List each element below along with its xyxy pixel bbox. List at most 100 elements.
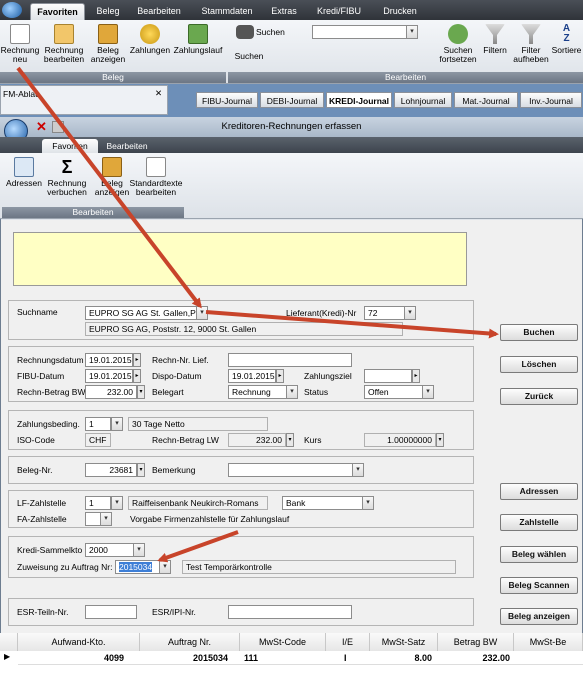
lf-bank-type-select[interactable]: Bank	[282, 496, 374, 510]
outer-tab-beleg[interactable]: Beleg	[88, 3, 128, 20]
grid-cell-mwst-code[interactable]: 111	[244, 651, 304, 665]
suchen-dropdown-button[interactable]: ▾	[406, 25, 418, 39]
grid-cell-auftrag-nr[interactable]: 2015034	[140, 651, 228, 665]
fibu-datum-input[interactable]: 19.01.2015	[85, 369, 133, 383]
belegart-dropdown-button[interactable]: ▾	[286, 385, 298, 399]
beleg-nr-spin[interactable]: ▾	[137, 463, 145, 477]
journal-tab-mat[interactable]: Mat.-Journal	[454, 92, 518, 108]
outer-tab-kredi-fibu[interactable]: Kredi/FIBU	[308, 3, 370, 20]
grid-cell-ie[interactable]: I	[344, 651, 364, 665]
kurs-spin[interactable]: ▾	[436, 433, 444, 447]
grid-header-mwst-code[interactable]: MwSt-Code	[240, 633, 326, 651]
bemerkung-input[interactable]	[228, 463, 364, 477]
grid-cell-mwst-satz[interactable]: 8.00	[370, 651, 432, 665]
lf-bank-type-dropdown-button[interactable]: ▾	[362, 496, 374, 510]
zahlungsziel-input[interactable]	[364, 369, 412, 383]
zahlungsbed-dropdown-button[interactable]: ▾	[111, 417, 123, 431]
zahlungsziel-picker[interactable]: ▸	[412, 369, 420, 383]
grid-cell-betrag-bw[interactable]: 232.00	[438, 651, 510, 665]
grid-header-mwst-betrag[interactable]: MwSt-Be	[514, 633, 583, 651]
kredi-sammelkto-dropdown-button[interactable]: ▾	[133, 543, 145, 557]
lf-zahlstelle-input[interactable]: 1	[85, 496, 111, 510]
dispo-datum-input[interactable]: 19.01.2015	[228, 369, 276, 383]
grid-header-ie[interactable]: I/E	[326, 633, 370, 651]
beleg-scannen-button[interactable]: Beleg Scannen	[500, 577, 578, 594]
outer-tab-favoriten[interactable]: Favoriten	[30, 3, 85, 20]
zahlungen-button[interactable]: Zahlungen	[128, 24, 172, 55]
outer-ribbon-tabbar: Favoriten Beleg Bearbeiten Stammdaten Ex…	[0, 0, 583, 20]
bemerkung-dropdown-button[interactable]: ▾	[352, 463, 364, 477]
grid-header-rowselector	[0, 633, 18, 651]
filter-aufheben-button[interactable]: Filter aufheben	[512, 24, 550, 64]
beleg-anzeigen-button[interactable]: Beleg anzeigen	[88, 24, 128, 64]
grid-cell-aufwand-kto[interactable]: 4099	[18, 651, 124, 665]
rechn-betrag-lw-spin[interactable]: ▾	[286, 433, 294, 447]
buchen-button[interactable]: Buchen	[500, 324, 578, 341]
kurs-label: Kurs	[304, 435, 322, 445]
left-pane-close-icon[interactable]: ✕	[155, 87, 162, 99]
adressen-button[interactable]: Adressen	[500, 483, 578, 500]
standardtexte-button[interactable]: Standardtexte bearbeiten	[128, 157, 184, 197]
grid-cell-mwst-betrag[interactable]	[514, 651, 580, 665]
journal-tab-kredi[interactable]: KREDI-Journal	[326, 92, 392, 108]
outer-tab-extras[interactable]: Extras	[264, 3, 304, 20]
rechn-nr-lief-label: Rechn-Nr. Lief.	[152, 355, 209, 365]
outer-tab-drucken[interactable]: Drucken	[375, 3, 425, 20]
fibu-datum-picker[interactable]: ▸	[133, 369, 141, 383]
beleg-waehlen-button[interactable]: Beleg wählen	[500, 546, 578, 563]
outer-tab-bearbeiten[interactable]: Bearbeiten	[130, 3, 188, 20]
fa-zahlstelle-dropdown-button[interactable]: ▾	[100, 512, 112, 526]
zahlungsbed-input[interactable]: 1	[85, 417, 111, 431]
window-tab-favoriten[interactable]: Favoriten	[42, 139, 98, 153]
address-card-icon	[14, 157, 34, 177]
window-close-icon[interactable]: ✕	[36, 119, 47, 135]
suchname-dropdown-button[interactable]: ▾	[196, 306, 208, 320]
payment-run-icon	[188, 24, 208, 44]
rechnungsdatum-picker[interactable]: ▸	[133, 353, 141, 367]
journal-tab-lohn[interactable]: Lohnjournal	[394, 92, 452, 108]
rechn-nr-lief-input[interactable]	[228, 353, 352, 367]
grid-header-aufwand-kto[interactable]: Aufwand-Kto.	[18, 633, 140, 651]
rechnungsdatum-input[interactable]: 19.01.2015	[85, 353, 133, 367]
app-orb-icon[interactable]	[2, 2, 22, 18]
esr-ipi-nr-input[interactable]	[228, 605, 352, 619]
window-tab-bearbeiten[interactable]: Bearbeiten	[100, 139, 154, 153]
rechnung-verbuchen-button[interactable]: Σ Rechnung verbuchen	[44, 157, 90, 197]
window-qat-icon[interactable]	[52, 121, 64, 133]
zahlungslauf-button[interactable]: Zahlungslauf	[172, 24, 224, 55]
suchen-fortsetzen-button[interactable]: Suchen fortsetzen	[438, 24, 478, 64]
beleg-anzeigen-side-button[interactable]: Beleg anzeigen	[500, 608, 578, 625]
window-adressen-button[interactable]: Adressen	[4, 157, 44, 188]
rechnung-neu-button[interactable]: Rechnung neu	[0, 24, 40, 64]
outer-tab-stammdaten[interactable]: Stammdaten	[196, 3, 258, 20]
journal-tab-debi[interactable]: DEBI-Journal	[260, 92, 324, 108]
journal-tab-fibu[interactable]: FIBU-Journal	[196, 92, 258, 108]
rechnung-bearbeiten-button[interactable]: Rechnung bearbeiten	[40, 24, 88, 64]
beleg-nr-input[interactable]: 23681	[85, 463, 137, 477]
grid-row-selector-icon[interactable]: ▶	[4, 652, 10, 661]
filtern-button[interactable]: Filtern	[478, 24, 512, 55]
lieferant-nr-dropdown-button[interactable]: ▾	[404, 306, 416, 320]
lf-zahlstelle-dropdown-button[interactable]: ▾	[111, 496, 123, 510]
suchen-input[interactable]	[312, 25, 418, 39]
zuweisung-auftrag-dropdown-button[interactable]: ▾	[159, 560, 171, 574]
suchen-button[interactable]: Suchen	[230, 52, 268, 61]
rechn-betrag-bw-spin[interactable]: ▾	[137, 385, 145, 399]
rechn-betrag-bw-input[interactable]: 232.00	[85, 385, 137, 399]
zurueck-button[interactable]: Zurück	[500, 388, 578, 405]
suchname-input[interactable]: EUPRO SG AG St. Gallen,Poststr	[85, 306, 205, 320]
status-dropdown-button[interactable]: ▾	[422, 385, 434, 399]
esr-ipi-nr-label: ESR/IPI-Nr.	[152, 607, 196, 617]
journal-tab-inv[interactable]: Inv.-Journal	[520, 92, 582, 108]
sortieren-button[interactable]: AZ Sortiere	[550, 24, 583, 55]
esr-teiln-nr-input[interactable]	[85, 605, 137, 619]
grid-header-mwst-satz[interactable]: MwSt-Satz	[370, 633, 438, 651]
grid-header-betrag-bw[interactable]: Betrag BW	[438, 633, 514, 651]
group-label-bearbeiten: Bearbeiten	[228, 72, 583, 83]
window-beleg-anzeigen-button[interactable]: Beleg anzeigen	[92, 157, 132, 197]
window-ribbon-tabbar: Favoriten Bearbeiten	[0, 137, 583, 153]
loeschen-button[interactable]: Löschen	[500, 356, 578, 373]
grid-header-auftrag-nr[interactable]: Auftrag Nr.	[140, 633, 240, 651]
zahlstelle-button[interactable]: Zahlstelle	[500, 514, 578, 531]
dispo-datum-picker[interactable]: ▸	[276, 369, 284, 383]
